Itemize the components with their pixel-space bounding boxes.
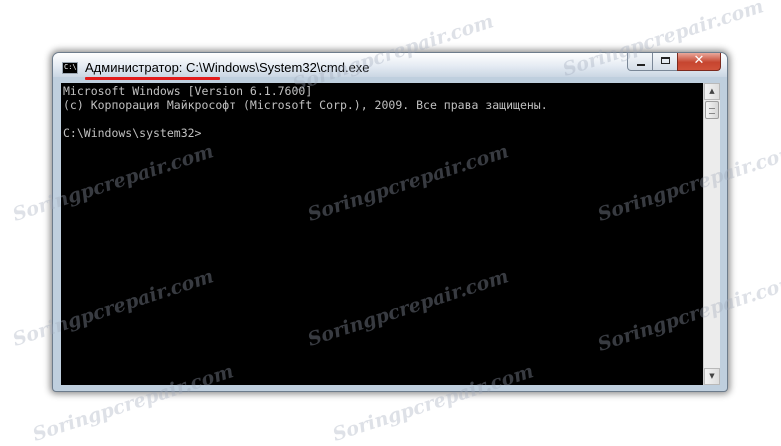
window-title: Администратор: C:\Windows\System32\cmd.e… [85, 60, 370, 75]
console-line: (c) Корпорация Майкрософт (Microsoft Cor… [63, 98, 548, 112]
highlight-underline [85, 77, 220, 80]
console-line: Microsoft Windows [Version 6.1.7600] [63, 84, 313, 98]
maximize-button[interactable] [652, 53, 678, 71]
scroll-thumb[interactable] [705, 101, 719, 119]
cmd-window[interactable]: C:\ Администратор: C:\Windows\System32\c… [52, 52, 728, 392]
console-text: Microsoft Windows [Version 6.1.7600] (c) … [63, 84, 548, 140]
close-button[interactable]: ✕ [677, 53, 721, 71]
vertical-scrollbar[interactable]: ▲ ▼ [703, 83, 720, 385]
title-user: Администратор: [85, 60, 183, 75]
window-controls: ✕ [627, 53, 721, 73]
title-path: C:\Windows\System32\cmd.exe [186, 60, 370, 75]
minimize-icon [637, 64, 645, 66]
scroll-up-button[interactable]: ▲ [704, 83, 720, 100]
cmd-icon[interactable]: C:\ [62, 62, 78, 74]
console-output[interactable]: Microsoft Windows [Version 6.1.7600] (c) … [61, 83, 703, 385]
minimize-button[interactable] [627, 53, 653, 71]
close-icon: ✕ [693, 53, 705, 68]
title-bar[interactable]: C:\ Администратор: C:\Windows\System32\c… [53, 53, 727, 83]
maximize-icon [661, 57, 670, 64]
scroll-down-button[interactable]: ▼ [704, 368, 720, 385]
console-prompt: C:\Windows\system32> [63, 126, 202, 140]
